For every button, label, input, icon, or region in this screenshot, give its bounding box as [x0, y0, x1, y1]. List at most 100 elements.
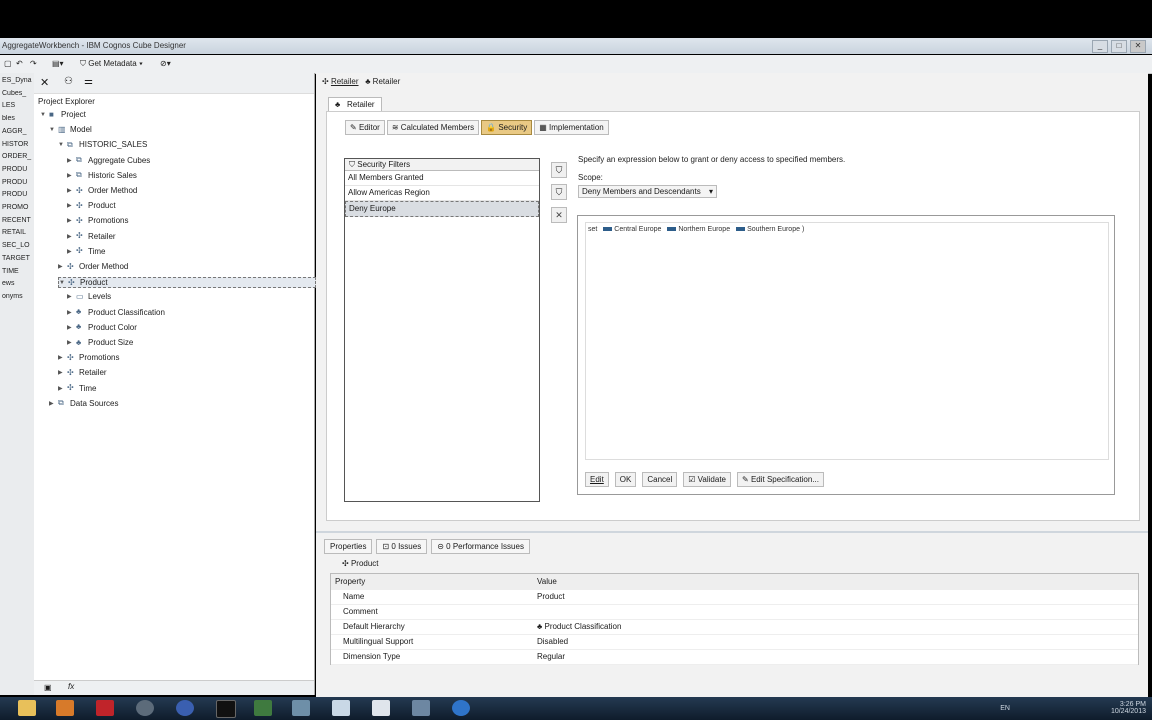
tree-item[interactable]: ▶ ♣ Product Size: [67, 338, 133, 347]
collapsed-arrow-icon[interactable]: ▶: [67, 157, 73, 164]
tree-item[interactable]: ▶ ▭ Levels: [67, 292, 111, 301]
tree-item[interactable]: ▼ ⧉ HISTORIC_SALES: [58, 140, 147, 149]
ie-icon[interactable]: [452, 700, 470, 716]
collapsed-arrow-icon[interactable]: ▶: [58, 354, 64, 361]
tree-item[interactable]: ▼ ✣ Product: [58, 277, 316, 289]
pdf-icon[interactable]: [96, 700, 114, 716]
db-icon[interactable]: ▣: [44, 683, 52, 692]
security-filter-item[interactable]: Allow Americas Region: [345, 186, 539, 201]
settings-icon[interactable]: [136, 700, 154, 716]
add-filter-button[interactable]: ⛉: [551, 162, 567, 178]
ok-button[interactable]: OK: [614, 472, 637, 487]
cancel-button[interactable]: Cancel: [642, 472, 678, 487]
breadcrumb-item[interactable]: Retailer: [373, 77, 401, 86]
collapsed-arrow-icon[interactable]: ▶: [67, 172, 73, 179]
language-indicator[interactable]: EN: [1000, 705, 1010, 712]
tab-issues[interactable]: ⊡ 0 Issues: [376, 539, 428, 554]
network-icon[interactable]: [412, 700, 430, 716]
browser-icon[interactable]: [176, 700, 194, 716]
close-icon[interactable]: ✕: [40, 76, 49, 89]
data-source-item[interactable]: RECENT: [2, 217, 34, 224]
tab-calculated-members[interactable]: ≋ Calculated Members: [386, 120, 480, 135]
tree-item[interactable]: ▶ ✣ Order Method: [58, 262, 128, 271]
data-source-item[interactable]: ORDER_: [2, 153, 34, 160]
collapsed-arrow-icon[interactable]: ▶: [67, 217, 73, 224]
property-value[interactable]: Regular: [537, 649, 565, 664]
property-value[interactable]: ♣ Product Classification: [537, 619, 621, 634]
tree-item[interactable]: ▶ ♣ Product Color: [67, 323, 137, 332]
tree-item[interactable]: ▶ ✣ Promotions: [58, 353, 119, 362]
property-value[interactable]: Product: [537, 589, 565, 604]
terminal-icon[interactable]: [216, 700, 236, 718]
table-row[interactable]: Multilingual Support Disabled: [331, 634, 1138, 650]
edit-specification-button[interactable]: ✎ Edit Specification...: [737, 472, 824, 487]
tab-performance-issues[interactable]: ⊝ 0 Performance Issues: [431, 539, 530, 554]
tree-icon[interactable]: ⚌: [84, 76, 93, 87]
tab-properties[interactable]: Properties: [324, 539, 373, 554]
function-icon[interactable]: fx: [68, 682, 74, 691]
expanded-arrow-icon[interactable]: ▼: [40, 112, 46, 118]
breadcrumb-item[interactable]: Retailer: [331, 77, 359, 86]
tab-implementation[interactable]: ▦ Implementation: [534, 120, 609, 135]
collapsed-arrow-icon[interactable]: ▶: [67, 187, 73, 194]
tab-editor[interactable]: ✎ Editor: [345, 120, 385, 135]
document-icon[interactable]: [372, 700, 390, 716]
help-icon[interactable]: ⊘▾: [160, 59, 171, 68]
cube-designer-icon[interactable]: [332, 700, 350, 716]
collapsed-arrow-icon[interactable]: ▶: [67, 233, 73, 240]
minimize-button[interactable]: _: [1092, 40, 1108, 53]
collapsed-arrow-icon[interactable]: ▶: [67, 324, 73, 331]
collapsed-arrow-icon[interactable]: ▶: [49, 400, 55, 407]
collapsed-arrow-icon[interactable]: ▶: [58, 263, 64, 270]
data-source-item[interactable]: bles: [2, 115, 34, 122]
data-source-item[interactable]: TARGET: [2, 255, 34, 262]
edit-filter-button[interactable]: ⛉: [551, 184, 567, 200]
tree-item[interactable]: ▶ ✣ Retailer: [67, 232, 116, 241]
tab-retailer[interactable]: ♣ Retailer: [328, 97, 382, 112]
tree-item[interactable]: ▶ ✣ Order Method: [67, 186, 137, 195]
tree-item[interactable]: ▶ ✣ Promotions: [67, 216, 128, 225]
expanded-arrow-icon[interactable]: ▼: [59, 280, 65, 286]
table-row[interactable]: Default Hierarchy ♣ Product Classificatio…: [331, 619, 1138, 635]
data-source-item[interactable]: ES_Dyna: [2, 77, 34, 84]
expression-text-area[interactable]: set Central Europe Northern Europe South…: [585, 222, 1109, 460]
tree-item[interactable]: ▶ ✣ Retailer: [58, 368, 107, 377]
tree-item[interactable]: ▶ ✣ Time: [58, 384, 96, 393]
data-source-item[interactable]: HISTOR: [2, 141, 34, 148]
security-filter-item[interactable]: Deny Europe: [345, 201, 539, 217]
data-source-item[interactable]: ews: [2, 280, 34, 287]
data-source-item[interactable]: Cubes_: [2, 90, 34, 97]
security-filter-item[interactable]: All Members Granted: [345, 171, 539, 186]
collapsed-arrow-icon[interactable]: ▶: [67, 248, 73, 255]
expanded-arrow-icon[interactable]: ▼: [58, 142, 64, 148]
tree-item[interactable]: ▶ ✣ Time: [67, 247, 105, 256]
hierarchy-icon[interactable]: ⚇: [64, 76, 73, 87]
collapsed-arrow-icon[interactable]: ▶: [67, 293, 73, 300]
tree-item[interactable]: ▼ ▥ Model: [49, 125, 92, 134]
designer-icon[interactable]: [254, 700, 272, 716]
expanded-arrow-icon[interactable]: ▼: [49, 127, 55, 133]
data-source-item[interactable]: TIME: [2, 268, 34, 275]
data-source-item[interactable]: PROMO: [2, 204, 34, 211]
edit-button[interactable]: Edit: [585, 472, 609, 487]
get-metadata-button[interactable]: ⛉ Get Metadata ▾: [80, 59, 143, 69]
tree-item[interactable]: ▶ ⧉ Data Sources: [49, 399, 118, 408]
collapsed-arrow-icon[interactable]: ▶: [58, 385, 64, 392]
tool-icon[interactable]: [292, 700, 310, 716]
collapsed-arrow-icon[interactable]: ▶: [67, 339, 73, 346]
property-value[interactable]: Disabled: [537, 634, 568, 649]
validate-button[interactable]: ☑ Validate: [683, 472, 731, 487]
data-source-item[interactable]: LES: [2, 102, 34, 109]
collapsed-arrow-icon[interactable]: ▶: [67, 202, 73, 209]
data-source-item[interactable]: PRODU: [2, 179, 34, 186]
table-row[interactable]: Dimension Type Regular: [331, 649, 1138, 665]
data-source-item[interactable]: PRODU: [2, 166, 34, 173]
table-row[interactable]: Name Product: [331, 589, 1138, 605]
layout-icon[interactable]: ▤▾: [52, 59, 64, 68]
media-icon[interactable]: [56, 700, 74, 716]
scope-dropdown[interactable]: Deny Members and Descendants ▾: [578, 185, 717, 198]
data-source-item[interactable]: AGGR_: [2, 128, 34, 135]
tree-item[interactable]: ▶ ♣ Product Classification: [67, 308, 165, 317]
close-button[interactable]: ✕: [1130, 40, 1146, 53]
data-source-item[interactable]: PRODU: [2, 191, 34, 198]
